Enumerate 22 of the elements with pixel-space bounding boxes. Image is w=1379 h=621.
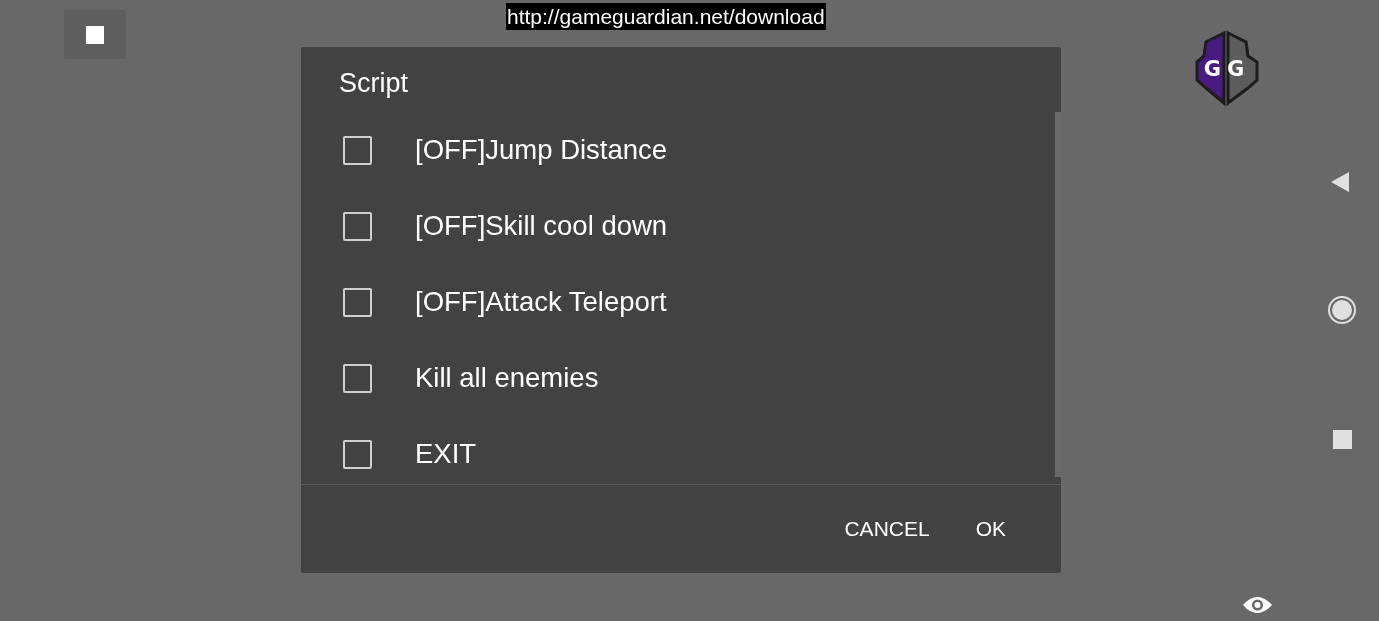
- eye-icon[interactable]: [1242, 595, 1273, 615]
- checkbox[interactable]: [343, 211, 372, 241]
- option-label[interactable]: EXIT: [415, 433, 477, 475]
- option-label[interactable]: [OFF]Attack Teleport: [415, 281, 667, 323]
- option-label[interactable]: Kill all enemies: [415, 357, 599, 399]
- url-banner: http://gameguardian.net/download: [506, 3, 826, 30]
- scrollbar[interactable]: [1055, 112, 1061, 477]
- back-icon[interactable]: [1330, 171, 1350, 193]
- logo-text: GG: [1203, 57, 1251, 81]
- dialog-button[interactable]: OK: [965, 505, 1016, 553]
- dialog-button[interactable]: CANCEL: [834, 505, 940, 553]
- option-label[interactable]: [OFF]Skill cool down: [415, 205, 668, 247]
- dialog-title: Script: [339, 68, 409, 98]
- checkbox[interactable]: [343, 439, 372, 469]
- checkbox[interactable]: [343, 363, 372, 393]
- option-label[interactable]: [OFF]Jump Distance: [415, 129, 668, 171]
- checkbox[interactable]: [343, 287, 372, 317]
- stop-button[interactable]: [64, 10, 126, 59]
- app-logo[interactable]: GG: [1194, 30, 1260, 108]
- checkbox[interactable]: [343, 135, 372, 165]
- home-icon[interactable]: [1327, 295, 1357, 325]
- stop-icon: [86, 25, 104, 44]
